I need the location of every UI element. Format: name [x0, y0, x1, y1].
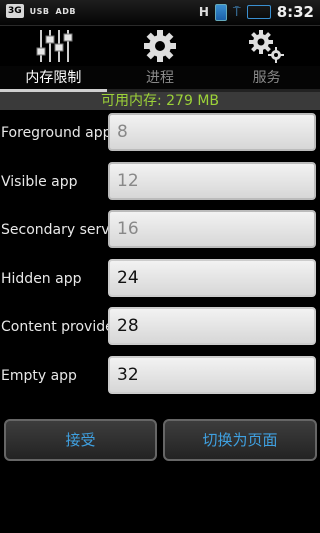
content-provider-field[interactable]: 28 [108, 307, 316, 345]
limit-row-secondary-server: Secondary server 16 [0, 208, 320, 252]
limit-row-hidden: Hidden app 24 [0, 257, 320, 301]
antenna-icon: ⍑ [232, 4, 241, 20]
clock: 8:32 [276, 3, 314, 21]
limit-row-visible: Visible app 12 [0, 160, 320, 204]
available-memory: 可用内存: 279 MB [0, 92, 320, 110]
signal-type-icon: H [198, 5, 209, 19]
gears-icon[interactable] [236, 26, 296, 66]
tab-memory-limits[interactable]: 内存限制 [0, 66, 107, 92]
hidden-app-field[interactable]: 24 [108, 259, 316, 297]
tab-services[interactable]: 服务 [213, 66, 320, 92]
status-bar: 3G USB ADB H ⍑ 8:32 [0, 0, 320, 26]
foreground-app-field[interactable]: 8 [108, 113, 316, 151]
visible-app-field[interactable]: 12 [108, 162, 316, 200]
keyboard-icon [246, 5, 271, 19]
limit-label: Secondary server [1, 222, 124, 238]
limit-label: Visible app [1, 174, 78, 190]
network-3g-icon: 3G [6, 4, 24, 18]
accept-button[interactable]: 接受 [4, 419, 157, 461]
limit-label: Foreground app [1, 125, 112, 141]
usb-icon: USB [29, 6, 50, 16]
battery-icon [214, 3, 227, 21]
tab-processes[interactable]: 进程 [106, 66, 214, 92]
sliders-icon[interactable] [25, 26, 85, 66]
limit-label: Hidden app [1, 271, 82, 287]
limit-row-content-provider: Content provider 28 [0, 305, 320, 349]
limit-label: Content provider [1, 319, 120, 335]
limit-row-foreground: Foreground app 8 [0, 111, 320, 155]
secondary-server-field[interactable]: 16 [108, 210, 316, 248]
switch-page-button[interactable]: 切换为页面 [163, 419, 317, 461]
empty-app-field[interactable]: 32 [108, 356, 316, 394]
limit-label: Empty app [1, 368, 77, 384]
toolbar [0, 26, 320, 66]
gear-icon[interactable] [130, 26, 190, 66]
limit-row-empty: Empty app 32 [0, 354, 320, 398]
adb-icon: ADB [55, 6, 76, 16]
tab-bar: 内存限制 进程 服务 [0, 66, 320, 92]
